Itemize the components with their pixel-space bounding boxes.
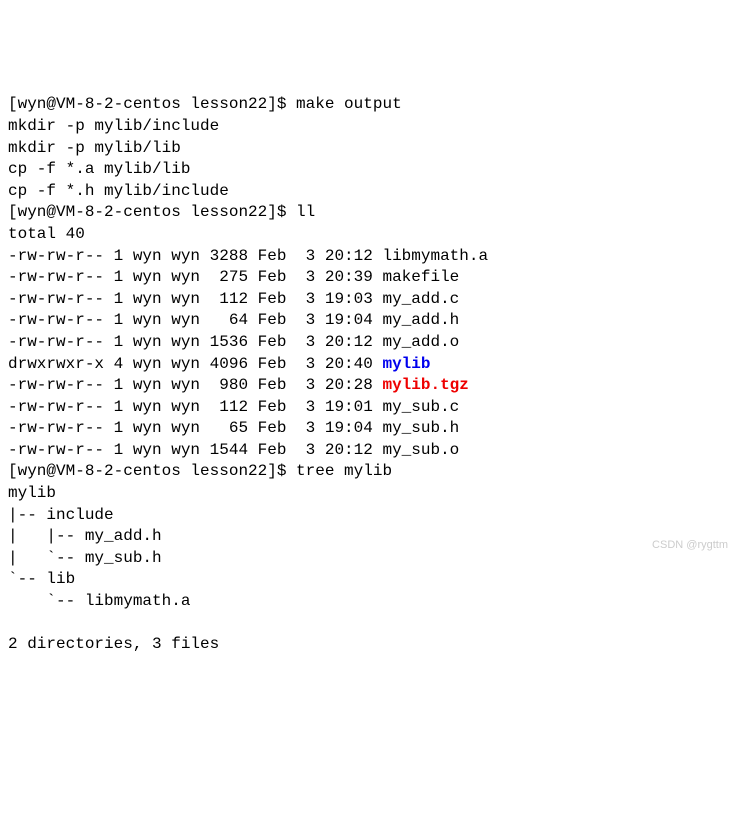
file-name: my_add.c (382, 290, 459, 308)
tree-line: mylib (8, 484, 56, 502)
file-name: my_sub.h (382, 419, 459, 437)
command: ll (296, 203, 315, 221)
command: make output (296, 95, 402, 113)
file-name: makefile (382, 268, 459, 286)
file-name: my_sub.o (382, 441, 459, 459)
output-line: cp -f *.h mylib/include (8, 182, 229, 200)
file-name: mylib (382, 355, 430, 373)
output-line: cp -f *.a mylib/lib (8, 160, 190, 178)
tree-line: | |-- my_add.h (8, 527, 162, 545)
file-name: my_add.h (382, 311, 459, 329)
prompt: [wyn@VM-8-2-centos lesson22]$ (8, 95, 296, 113)
output-line: mkdir -p mylib/include (8, 117, 219, 135)
prompt: [wyn@VM-8-2-centos lesson22]$ (8, 462, 296, 480)
file-name: mylib.tgz (382, 376, 468, 394)
output-line: mkdir -p mylib/lib (8, 139, 181, 157)
tree-line: |-- include (8, 506, 114, 524)
terminal-output: [wyn@VM-8-2-centos lesson22]$ make outpu… (8, 94, 730, 655)
prompt: [wyn@VM-8-2-centos lesson22]$ (8, 203, 296, 221)
tree-line: `-- libmymath.a (8, 592, 190, 610)
tree-line: | `-- my_sub.h (8, 549, 162, 567)
file-name: libmymath.a (382, 247, 488, 265)
total-line: total 40 (8, 225, 85, 243)
tree-line: `-- lib (8, 570, 75, 588)
command: tree mylib (296, 462, 392, 480)
tree-summary: 2 directories, 3 files (8, 635, 219, 653)
file-name: my_add.o (382, 333, 459, 351)
file-name: my_sub.c (382, 398, 459, 416)
file-listing: -rw-rw-r-- 1 wyn wyn 3288 Feb 3 20:12 li… (8, 246, 730, 462)
watermark: CSDN @rygttm (652, 538, 728, 553)
